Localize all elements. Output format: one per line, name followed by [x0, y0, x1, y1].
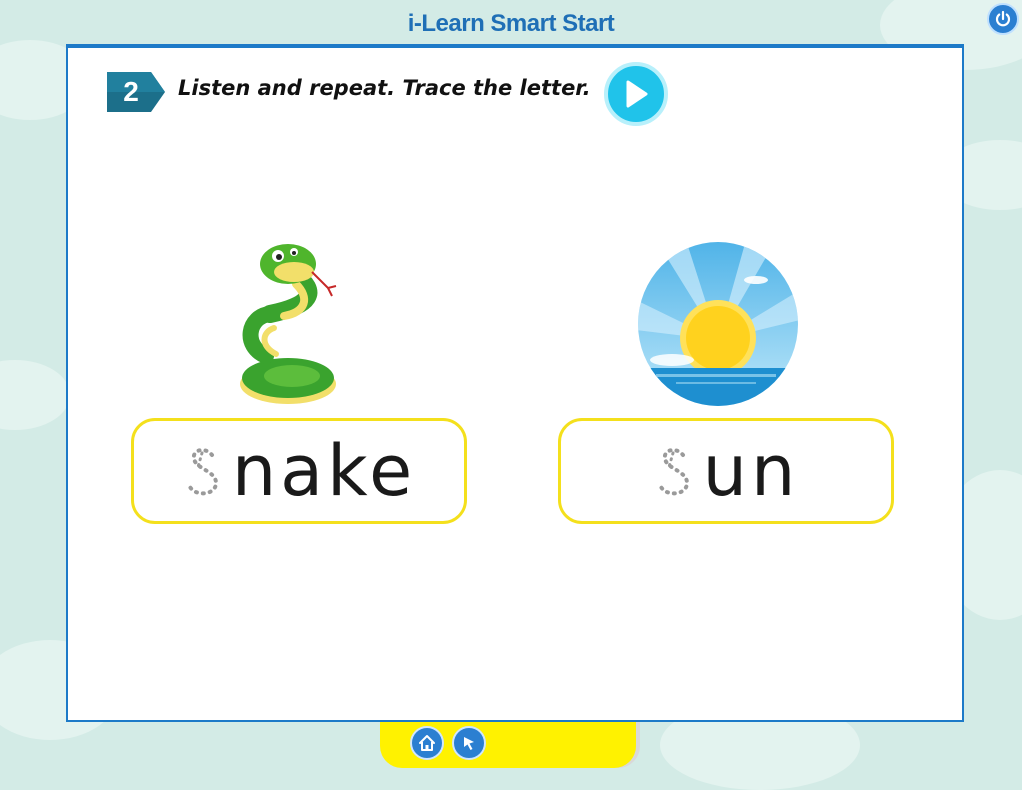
home-icon	[419, 735, 435, 751]
exercise-number-badge: 2	[105, 70, 167, 114]
trace-letter-s[interactable]	[653, 443, 697, 499]
instruction-text: Listen and repeat. Trace the letter.	[178, 76, 591, 100]
play-audio-button[interactable]	[604, 62, 668, 126]
word-rest-text: nake	[231, 430, 417, 512]
power-icon	[995, 10, 1011, 27]
trace-letter-s[interactable]	[182, 443, 226, 499]
play-icon	[626, 80, 648, 108]
power-button[interactable]	[987, 3, 1019, 35]
pointer-button[interactable]	[452, 726, 486, 760]
background-cloud	[0, 360, 70, 430]
snake-picture	[236, 236, 346, 408]
word-card-sun: un	[558, 418, 894, 524]
pointer-icon	[464, 737, 474, 750]
bottom-toolbar	[380, 722, 636, 768]
sun-picture	[636, 240, 800, 408]
exercise-number: 2	[123, 76, 139, 107]
lesson-stage: 2 Listen and repeat. Trace the letter. n…	[66, 44, 964, 722]
word-card-snake: nake	[131, 418, 467, 524]
home-button[interactable]	[410, 726, 444, 760]
word-rest-text: un	[702, 430, 800, 512]
app-title: i-Learn Smart Start	[407, 10, 615, 37]
